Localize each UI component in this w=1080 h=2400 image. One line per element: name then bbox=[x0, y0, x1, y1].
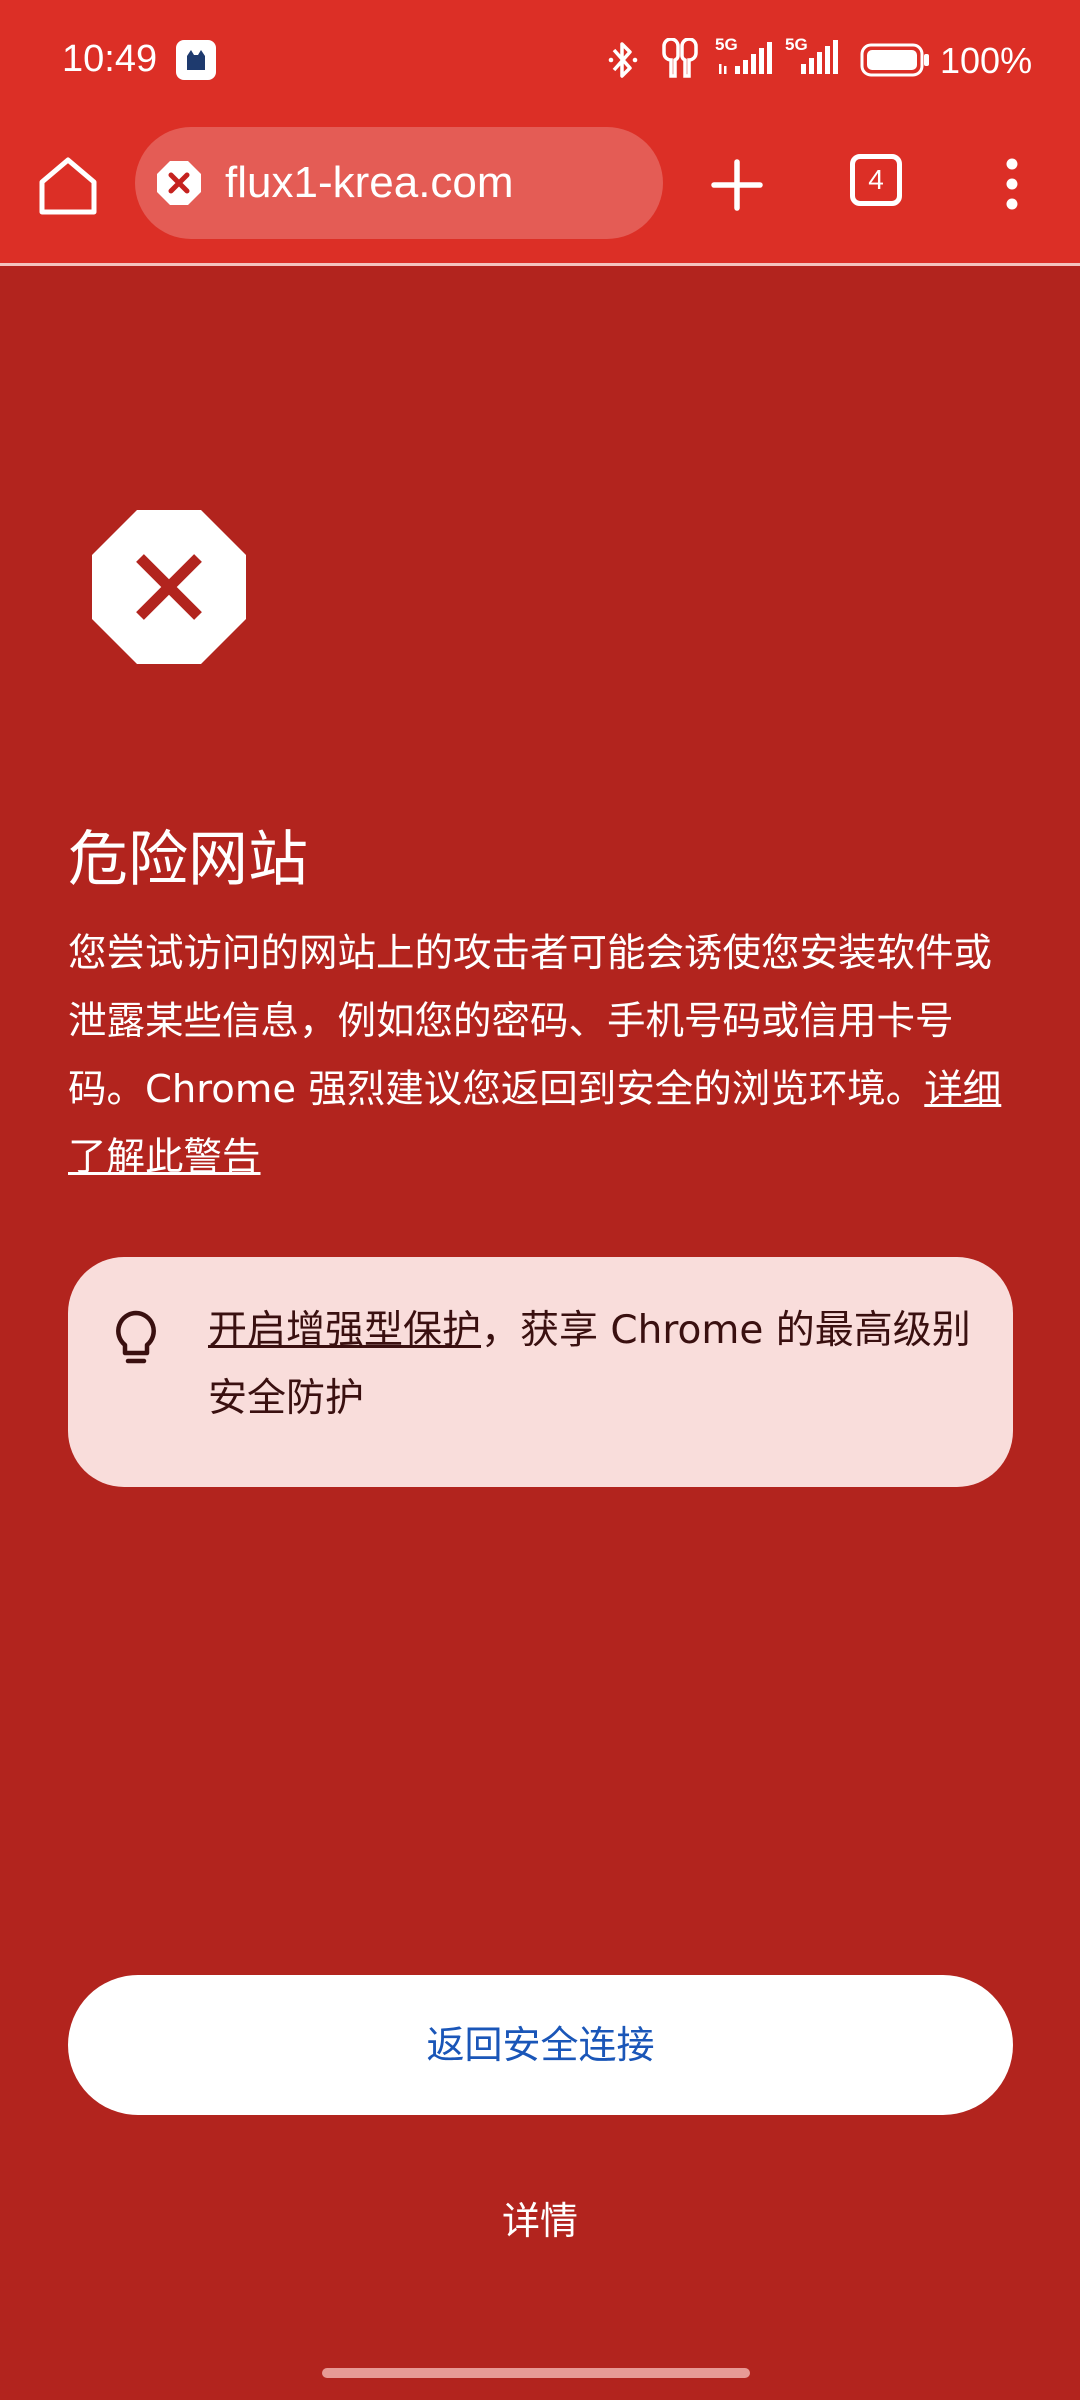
enhanced-protection-link[interactable]: 开启增强型保护 bbox=[208, 1308, 481, 1353]
enhanced-protection-card: 开启增强型保护，获享 Chrome 的最高级别安全防护 bbox=[68, 1257, 1013, 1487]
home-icon bbox=[39, 157, 97, 215]
battery-icon bbox=[860, 42, 932, 78]
bluetooth-icon bbox=[606, 38, 640, 82]
lightbulb-icon bbox=[108, 1307, 164, 1371]
status-time: 10:49 bbox=[62, 38, 158, 80]
gesture-navigation-bar[interactable] bbox=[322, 2368, 750, 2378]
stop-octagon-x-icon bbox=[92, 510, 246, 664]
signal-icon: 5G bbox=[715, 36, 781, 82]
browser-toolbar: flux1-krea.com 4 bbox=[0, 118, 1080, 266]
home-button[interactable] bbox=[30, 148, 106, 224]
app-notification-icon bbox=[176, 40, 216, 80]
page-title: 危险网站 bbox=[68, 825, 308, 895]
earbuds-icon bbox=[658, 37, 702, 82]
url-text[interactable]: flux1-krea.com bbox=[225, 127, 514, 239]
battery-percent: 100% bbox=[940, 40, 1033, 81]
warning-description: 您尝试访问的网站上的攻击者可能会诱使您安装软件或泄露某些信息，例如您的密码、手机… bbox=[68, 920, 1018, 1192]
warning-body-text: 您尝试访问的网站上的攻击者可能会诱使您安装软件或泄露某些信息，例如您的密码、手机… bbox=[68, 931, 993, 1112]
details-button[interactable]: 详情 bbox=[440, 2185, 640, 2255]
new-tab-button[interactable] bbox=[700, 148, 774, 222]
tab-switcher-button[interactable]: 4 bbox=[850, 154, 902, 206]
plus-icon bbox=[711, 159, 763, 211]
enhanced-protection-text: 开启增强型保护，获享 Chrome 的最高级别安全防护 bbox=[208, 1297, 978, 1433]
back-to-safety-button[interactable]: 返回安全连接 bbox=[68, 1975, 1013, 2115]
more-vert-icon bbox=[1006, 158, 1018, 210]
address-bar[interactable]: flux1-krea.com bbox=[135, 127, 663, 239]
dangerous-site-icon[interactable] bbox=[155, 159, 203, 207]
status-bar: 10:49 5G 5G 100% bbox=[0, 0, 1080, 118]
signal-icon: 5G bbox=[785, 36, 845, 82]
more-options-button[interactable] bbox=[988, 148, 1036, 228]
